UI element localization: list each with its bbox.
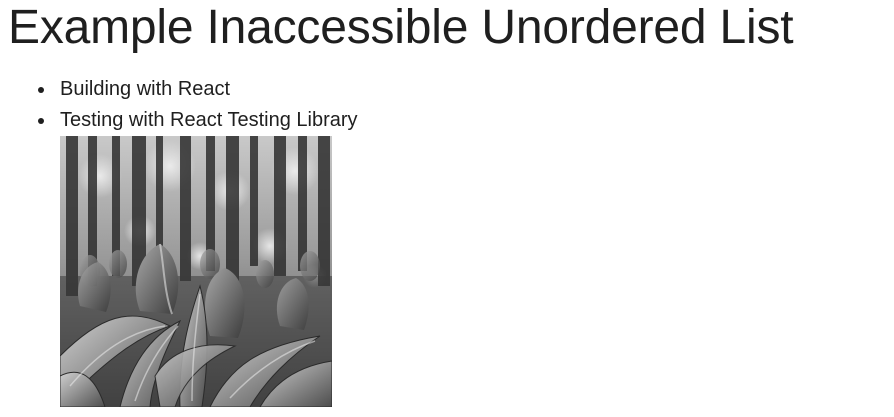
list-item: Testing with React Testing Library: [36, 105, 358, 136]
tulip-photo-graphic: [60, 136, 332, 407]
list-item: Building with React: [36, 74, 358, 105]
tulip-photo: [60, 136, 332, 407]
bullet-icon: [38, 87, 44, 93]
page-title: Example Inaccessible Unordered List: [8, 1, 794, 54]
bullet-icon: [38, 118, 44, 124]
list-item-label: Testing with React Testing Library: [60, 109, 358, 131]
list-item-label: Building with React: [60, 78, 231, 100]
unordered-list: Building with React Testing with React T…: [36, 74, 358, 136]
